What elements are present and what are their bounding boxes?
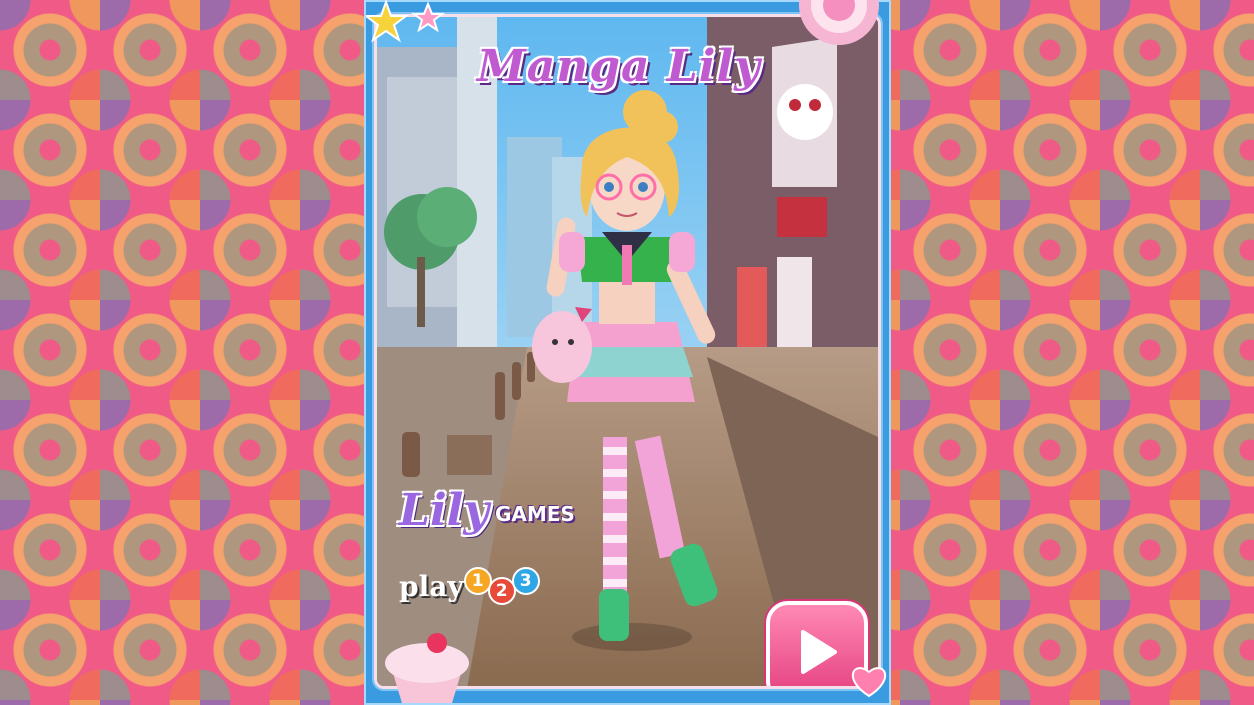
lily-games-logo-lily: Lily bbox=[399, 485, 489, 536]
star-icon bbox=[366, 0, 445, 43]
play123-logo-word: play bbox=[399, 570, 464, 603]
game-frame: Manga Lily Lily GAMES play 1 2 3 bbox=[364, 0, 891, 705]
play-triangle-icon bbox=[801, 630, 837, 674]
game-title-logo: Manga Lily bbox=[477, 41, 761, 92]
play123-logo[interactable]: play 1 2 3 bbox=[399, 566, 540, 605]
game-viewport: Manga Lily Lily GAMES play 1 2 3 bbox=[374, 14, 881, 689]
heart-icon bbox=[851, 667, 887, 698]
lily-games-logo[interactable]: Lily GAMES bbox=[399, 485, 575, 536]
cupcake-icon bbox=[385, 633, 469, 703]
lily-games-logo-games: GAMES bbox=[494, 502, 575, 526]
play123-digit-3: 3 bbox=[511, 566, 540, 595]
lollipop-icon bbox=[799, 0, 879, 45]
